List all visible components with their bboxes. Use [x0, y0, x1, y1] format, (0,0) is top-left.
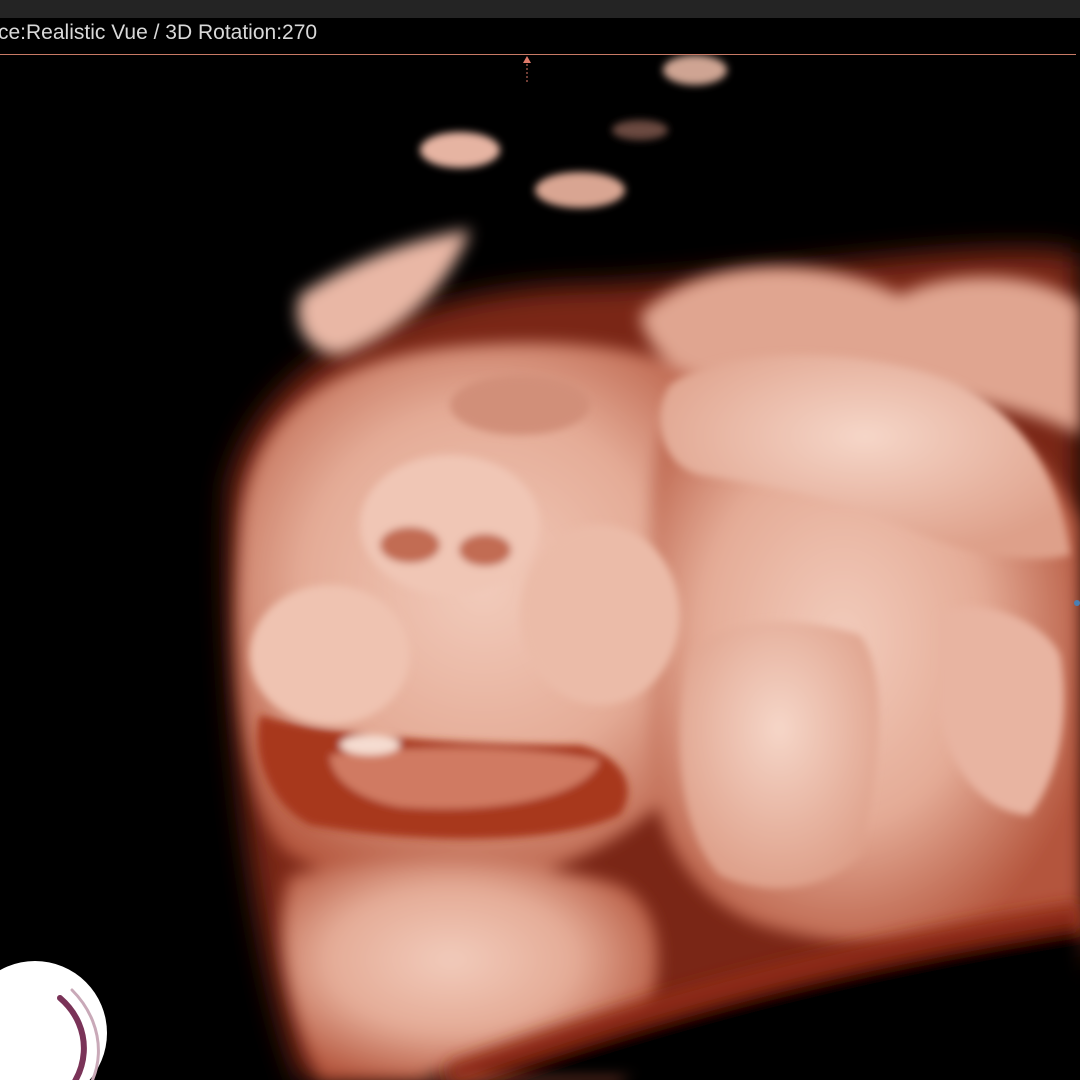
- ultrasound-app: ce:Realistic Vue / 3D Rotation:270: [0, 0, 1080, 1080]
- render-info-text: ce:Realistic Vue / 3D Rotation:270: [0, 21, 318, 44]
- crescent-logo-icon: [0, 961, 107, 1080]
- volume-render-viewport[interactable]: [0, 55, 1080, 1080]
- volume-render-image: [228, 55, 1080, 1080]
- info-bar: ce:Realistic Vue / 3D Rotation:270: [0, 18, 1080, 54]
- side-marker-dot: [1074, 600, 1080, 606]
- arrow-up-icon: [523, 56, 531, 84]
- title-bar: [0, 0, 1080, 18]
